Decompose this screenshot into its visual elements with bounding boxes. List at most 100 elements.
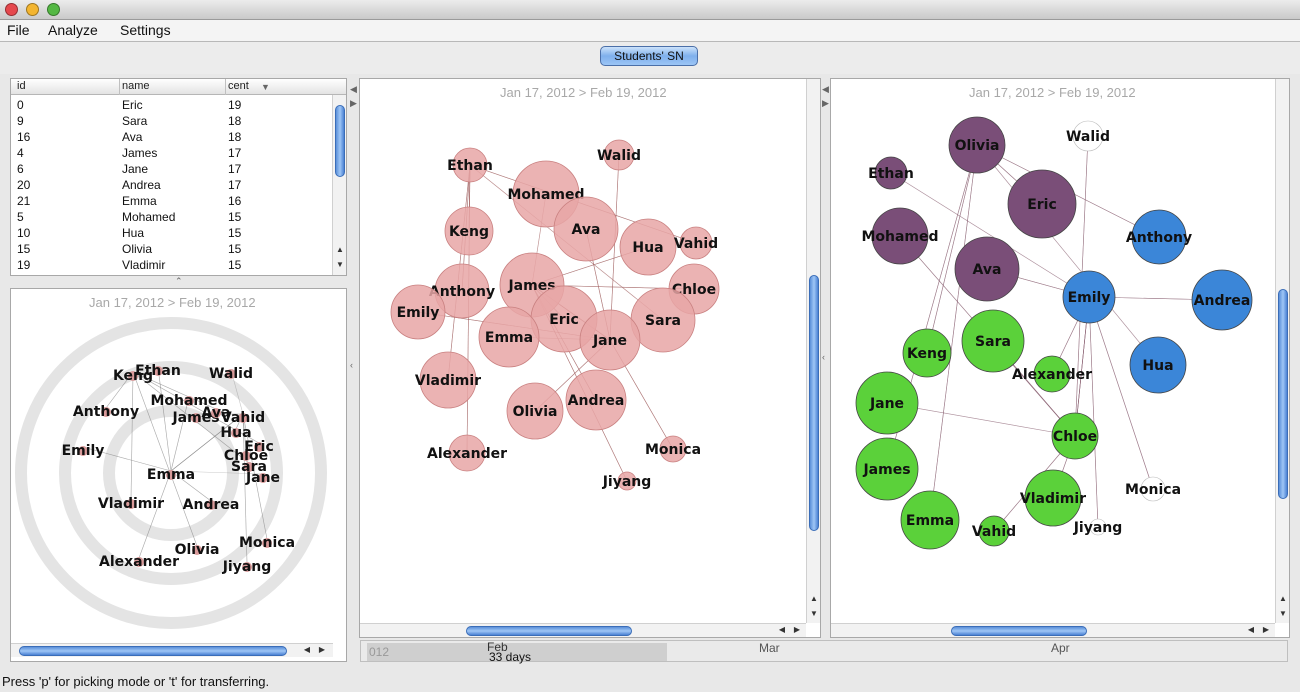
node-label: Vahid — [972, 524, 1016, 540]
minimize-window-button[interactable] — [26, 3, 39, 16]
network-tab-button[interactable]: Students' SN — [600, 46, 698, 66]
node-label: Vahid — [221, 410, 265, 426]
table-row[interactable]: 6 Jane 17 — [11, 161, 346, 177]
column-header-name[interactable]: name — [122, 80, 150, 92]
centrality-vscroll-thumb[interactable] — [809, 275, 819, 531]
community-view-panel: Jan 17, 2012 > Feb 19, 2012 Olivia Walid E… — [830, 78, 1290, 638]
right-divider-arrow-icon[interactable]: ▶ — [350, 98, 357, 109]
graph-edge — [1088, 296, 1154, 490]
menu-analyze[interactable]: Analyze — [48, 22, 98, 38]
table-cell-name: Andrea — [122, 178, 161, 192]
table-row[interactable]: 21 Emma 16 — [11, 193, 346, 209]
table-row[interactable]: 10 Hua 15 — [11, 225, 346, 241]
table-scroll-thumb[interactable] — [335, 105, 345, 177]
table-row[interactable]: 15 Olivia 15 — [11, 241, 346, 257]
node-label: Ava — [973, 262, 1002, 278]
menu-settings[interactable]: Settings — [120, 22, 171, 38]
table-row[interactable]: 9 Sara 18 — [11, 113, 346, 129]
scroll-left-arrow-icon[interactable]: ◀ — [776, 625, 788, 635]
table-cell-name: James — [122, 146, 158, 160]
community-vscroll-thumb[interactable] — [1278, 289, 1288, 499]
centrality-view-panel: Jan 17, 2012 > Feb 19, 2012 Ethan Walid Mo… — [359, 78, 821, 638]
scroll-up-arrow-icon[interactable]: ▲ — [808, 594, 820, 604]
zoom-window-button[interactable] — [47, 3, 60, 16]
table-cell-name: Hua — [122, 226, 145, 240]
table-cell-cent: 15 — [228, 210, 242, 224]
node-label: Walid — [209, 366, 253, 382]
table-cell-cent: 17 — [228, 162, 242, 176]
table-cell-id: 10 — [17, 226, 31, 240]
node-label: Hua — [1142, 358, 1173, 374]
timeline-slider[interactable]: 012 Feb 33 days Mar Apr — [360, 640, 1288, 664]
centrality-horizontal-scrollbar[interactable]: ◀ ▶ — [360, 623, 806, 637]
scroll-up-arrow-icon[interactable]: ▲ — [1277, 594, 1289, 604]
timeline-apr-label: Apr — [1051, 641, 1070, 655]
scroll-left-arrow-icon[interactable]: ◀ — [301, 645, 313, 655]
vertical-divider-handle-icon[interactable]: ‹ — [822, 352, 825, 362]
table-row[interactable]: 4 James 17 — [11, 145, 346, 161]
node-label: Monica — [239, 535, 295, 551]
scroll-down-arrow-icon[interactable]: ▼ — [334, 260, 346, 270]
table-row[interactable]: 20 Andrea 17 — [11, 177, 346, 193]
node-label: Andrea — [568, 393, 625, 409]
scroll-down-arrow-icon[interactable]: ▼ — [1277, 609, 1289, 619]
radial-network-graph[interactable]: KengEthan WalidAnthonyMohamedJamesAvaVahi… — [11, 313, 333, 653]
community-hscroll-thumb[interactable] — [951, 626, 1087, 636]
scroll-left-arrow-icon[interactable]: ◀ — [1245, 625, 1257, 635]
table-cell-id: 9 — [17, 114, 24, 128]
close-window-button[interactable] — [5, 3, 18, 16]
node-label: Keng — [907, 346, 947, 362]
centrality-network-graph[interactable]: EthanWalidMohamedKeng AvaHua VahidJames Chl… — [360, 103, 806, 623]
community-vertical-scrollbar[interactable]: ▲ ▼ — [1275, 79, 1289, 623]
timeline-span-label: 33 days — [489, 650, 532, 664]
node-label: Vahid — [674, 236, 718, 252]
node-label: Walid — [1066, 129, 1110, 145]
radial-view-panel: Jan 17, 2012 > Feb 19, 2012 Keng Ethan Wal… — [10, 288, 347, 662]
column-header-cent[interactable]: cent — [228, 80, 249, 92]
table-cell-cent: 15 — [228, 242, 242, 256]
table-cell-name: Jane — [122, 162, 149, 176]
table-row[interactable]: 19 Vladimir 15 — [11, 257, 346, 273]
table-row[interactable]: 5 Mohamed 15 — [11, 209, 346, 225]
vertical-divider-handle-icon[interactable]: ‹ — [350, 360, 353, 370]
table-row[interactable]: 0 Eric 19 — [11, 97, 346, 113]
table-cell-id: 20 — [17, 178, 31, 192]
table-row[interactable]: 16 Ava 18 — [11, 129, 346, 145]
menu-file[interactable]: File — [7, 22, 30, 38]
table-cell-id: 4 — [17, 146, 24, 160]
node-label: Olivia — [175, 542, 220, 558]
menu-bar: File Analyze Settings — [0, 20, 1300, 42]
centrality-vertical-scrollbar[interactable]: ▲ ▼ — [806, 79, 820, 623]
table-vertical-scrollbar[interactable]: ▲ ▼ — [332, 95, 346, 275]
table-cell-id: 0 — [17, 98, 24, 112]
table-cell-id: 15 — [17, 242, 31, 256]
scroll-right-arrow-icon[interactable]: ▶ — [316, 645, 328, 655]
radial-scroll-thumb[interactable] — [19, 646, 287, 656]
centrality-hscroll-thumb[interactable] — [466, 626, 632, 636]
node-label: Ava — [572, 222, 601, 238]
table-cell-name: Ava — [122, 130, 143, 144]
community-network-graph[interactable]: Olivia Walid Ethan Eric Mohamed Ava Anthony Emi… — [831, 103, 1275, 623]
node-label: Vladimir — [415, 373, 481, 389]
scroll-right-arrow-icon[interactable]: ▶ — [791, 625, 803, 635]
left-divider-arrow-icon[interactable]: ◀ — [822, 84, 829, 95]
table-cell-cent: 15 — [228, 226, 242, 240]
node-label: Sara — [645, 313, 681, 329]
node-label: Ethan — [447, 158, 493, 174]
scroll-right-arrow-icon[interactable]: ▶ — [1260, 625, 1272, 635]
community-horizontal-scrollbar[interactable]: ◀ ▶ — [831, 623, 1275, 637]
node-label: Alexander — [1012, 367, 1092, 383]
column-header-id[interactable]: id — [17, 80, 26, 92]
split-divider-handle-icon[interactable]: ⌃ — [175, 276, 183, 287]
node-label: Monica — [645, 442, 701, 458]
scroll-up-arrow-icon[interactable]: ▲ — [334, 245, 346, 255]
left-divider-arrow-icon[interactable]: ◀ — [350, 84, 357, 95]
node-label: Jiyang — [602, 474, 652, 490]
node-label: Emily — [62, 443, 105, 459]
node-label: Andrea — [183, 497, 240, 513]
table-cell-name: Sara — [122, 114, 148, 128]
right-divider-arrow-icon[interactable]: ▶ — [822, 98, 829, 109]
radial-horizontal-scrollbar[interactable]: ◀ ▶ — [11, 643, 333, 657]
scroll-down-arrow-icon[interactable]: ▼ — [808, 609, 820, 619]
node-label: Ethan — [135, 363, 181, 379]
